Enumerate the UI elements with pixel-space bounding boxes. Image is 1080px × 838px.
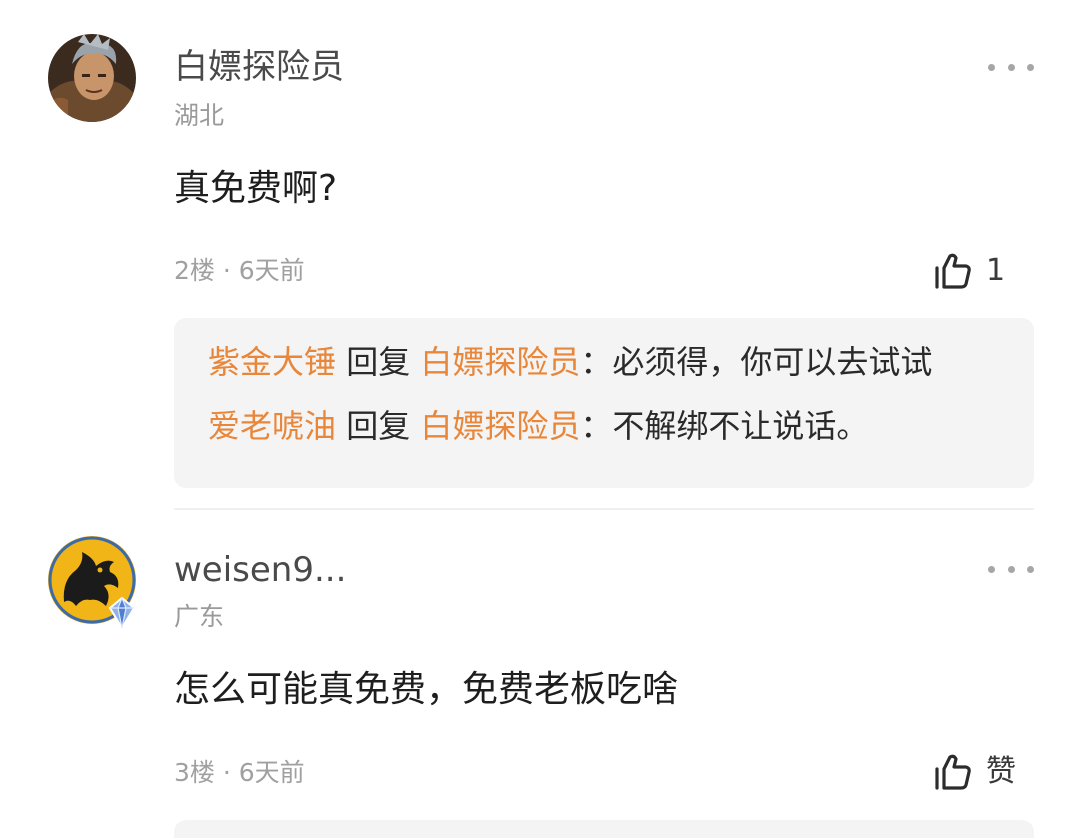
comment-meta: 2楼 · 6天前 bbox=[174, 256, 305, 286]
reply-line[interactable]: 紫金大锤 回复 白嫖探险员：必须得，你可以去试试 bbox=[208, 342, 932, 382]
dot bbox=[988, 63, 995, 71]
reply-line[interactable]: 爱老唬油 回复 白嫖探险员：不解绑不让说话。 bbox=[208, 406, 868, 446]
reply-target[interactable]: 白嫖探险员 bbox=[420, 343, 580, 381]
crystal-badge-icon bbox=[108, 596, 136, 630]
reply-author[interactable]: 爱老唬油 bbox=[208, 407, 336, 445]
more-dots-icon[interactable] bbox=[988, 61, 1034, 73]
comment-divider bbox=[174, 508, 1034, 510]
avatar[interactable] bbox=[48, 536, 136, 630]
reply-preview-box[interactable]: 紫金大锤 回复 白嫖探险员：必须得，你可以去试试 爱老唬油 回复 白嫖探险员：不… bbox=[174, 318, 1034, 488]
floor-number: 3楼 bbox=[174, 758, 215, 787]
avatar[interactable] bbox=[48, 34, 136, 122]
location: 湖北 bbox=[174, 101, 225, 130]
reply-verb: 回复 bbox=[336, 407, 421, 445]
reply-author[interactable]: 紫金大锤 bbox=[208, 343, 336, 381]
like-label: 赞 bbox=[986, 754, 1016, 789]
reply-text: 必须得，你可以去试试 bbox=[612, 343, 933, 381]
like-button[interactable]: 赞 bbox=[934, 750, 1016, 794]
dot bbox=[988, 565, 995, 573]
meta-separator: · bbox=[214, 758, 239, 787]
dot bbox=[1007, 565, 1015, 573]
reply-target[interactable]: 白嫖探险员 bbox=[420, 407, 580, 445]
reply-colon: ： bbox=[580, 343, 613, 381]
dot bbox=[1027, 63, 1034, 71]
location: 广东 bbox=[174, 602, 225, 631]
like-button[interactable]: 1 bbox=[934, 249, 1005, 293]
reply-text: 不解绑不让说话。 bbox=[612, 407, 869, 445]
comment-text: 真免费啊? bbox=[174, 168, 338, 209]
thumbs-up-icon bbox=[935, 253, 971, 289]
reply-verb: 回复 bbox=[336, 343, 421, 381]
dot bbox=[1027, 565, 1034, 573]
like-count: 1 bbox=[986, 253, 1006, 288]
timestamp: 6天前 bbox=[238, 256, 305, 285]
username[interactable]: weisen9... bbox=[174, 550, 346, 590]
dot bbox=[1007, 63, 1015, 71]
reply-preview-box[interactable] bbox=[174, 820, 1034, 838]
reply-colon: ： bbox=[580, 407, 613, 445]
more-dots-icon[interactable] bbox=[988, 563, 1034, 575]
username[interactable]: 白嫖探险员 bbox=[174, 47, 344, 87]
meta-separator: · bbox=[214, 256, 239, 285]
comment-text: 怎么可能真免费，免费老板吃啥 bbox=[174, 669, 679, 710]
avatar-image bbox=[48, 34, 136, 122]
floor-number: 2楼 bbox=[174, 256, 215, 285]
thumbs-up-icon bbox=[935, 754, 971, 790]
comment-meta: 3楼 · 6天前 bbox=[174, 758, 305, 788]
timestamp: 6天前 bbox=[238, 758, 305, 787]
